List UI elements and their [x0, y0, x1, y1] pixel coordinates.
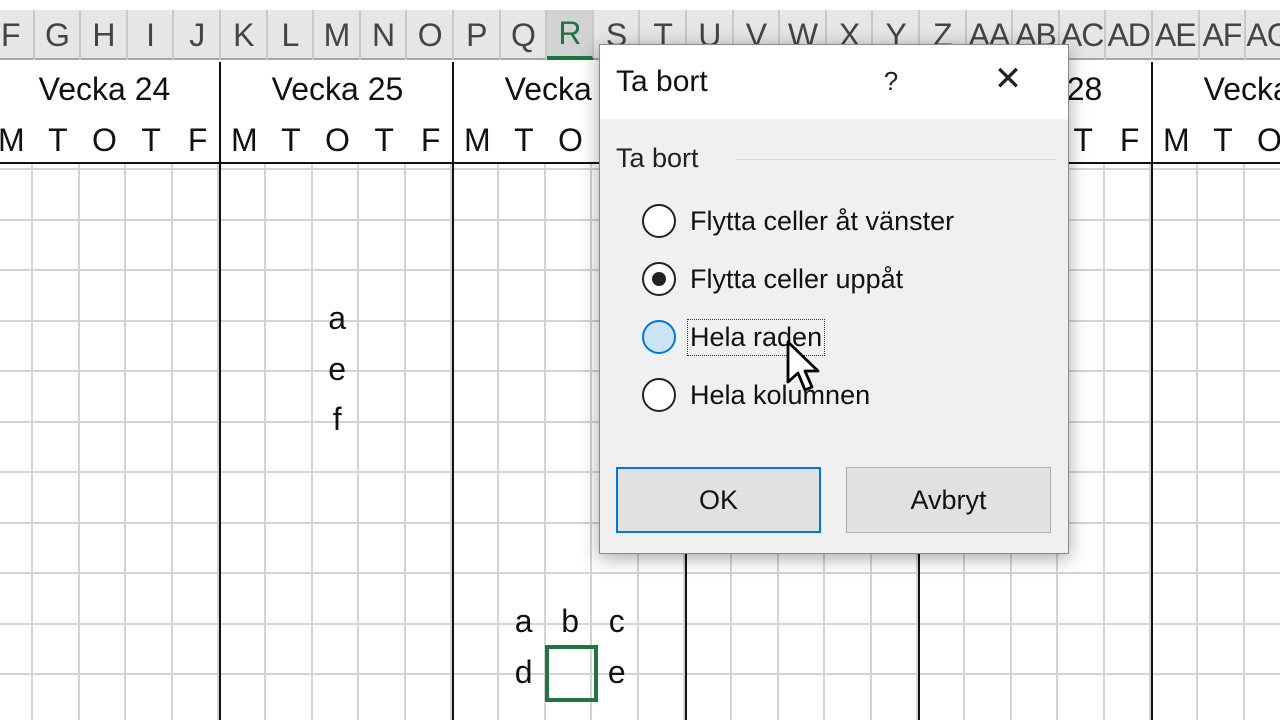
- help-button[interactable]: ?: [876, 63, 906, 99]
- day-header: M: [0, 121, 25, 158]
- cell-m5[interactable]: e: [314, 344, 360, 394]
- active-cell[interactable]: [545, 645, 598, 702]
- radio-label: Hela kolumnen: [690, 379, 871, 410]
- day-header: F: [420, 121, 441, 158]
- grid-vline: [124, 164, 127, 720]
- column-header-q[interactable]: Q: [501, 10, 548, 60]
- day-header: O: [558, 121, 583, 158]
- radio-label: Flytta celler åt vänster: [690, 205, 955, 236]
- day-header: M: [230, 121, 258, 158]
- week-header: Vecka 29: [1203, 70, 1280, 107]
- cell-m6[interactable]: f: [314, 395, 360, 445]
- grid-vline: [497, 164, 499, 720]
- column-header-ad[interactable]: AD: [1106, 10, 1153, 60]
- week-divider: [1151, 164, 1153, 720]
- day-header: T: [1213, 121, 1233, 158]
- day-header: T: [48, 121, 68, 158]
- radio-option[interactable]: Hela kolumnen: [642, 374, 872, 416]
- grid-vline: [1196, 164, 1198, 720]
- column-header-m[interactable]: M: [314, 10, 361, 60]
- day-header: T: [514, 121, 534, 158]
- delete-dialog: Ta bort ? ✕ Ta bort Flytta celler åt vän…: [599, 44, 1069, 554]
- grid-hline: [0, 673, 1280, 675]
- cell-q11[interactable]: d: [501, 647, 547, 697]
- week-divider: [452, 62, 454, 164]
- column-header-l[interactable]: L: [268, 10, 315, 60]
- group-divider: [736, 159, 1056, 160]
- grid-vline: [310, 164, 313, 720]
- column-header-n[interactable]: N: [361, 10, 408, 60]
- column-header-h[interactable]: H: [81, 10, 128, 60]
- column-header-ag[interactable]: AG: [1246, 10, 1280, 60]
- grid-hline: [0, 622, 1280, 625]
- grid-vline: [264, 164, 266, 720]
- radio-button-icon[interactable]: [642, 320, 676, 354]
- day-header: T: [374, 121, 394, 158]
- dialog-titlebar: Ta bort ? ✕: [600, 45, 1068, 119]
- grid-vline: [31, 164, 33, 720]
- grid-hline: [0, 572, 1280, 574]
- close-button[interactable]: ✕: [990, 59, 1026, 99]
- day-header: T: [281, 121, 301, 158]
- group-label: Ta bort: [616, 143, 705, 174]
- radio-option[interactable]: Flytta celler åt vänster: [642, 200, 956, 242]
- column-header-p[interactable]: P: [454, 10, 501, 60]
- cell-m4[interactable]: a: [314, 294, 360, 344]
- week-divider: [452, 164, 454, 720]
- day-header: O: [1257, 121, 1280, 158]
- column-header-k[interactable]: K: [221, 10, 268, 60]
- mouse-pointer-icon: [786, 340, 820, 392]
- radio-label: Flytta celler uppåt: [690, 263, 904, 294]
- week-header: Vecka 25: [271, 70, 404, 107]
- radio-button-icon[interactable]: [642, 204, 676, 238]
- week-divider: [219, 62, 221, 164]
- day-header: O: [92, 121, 117, 158]
- column-header-f[interactable]: F: [0, 10, 35, 60]
- column-header-af[interactable]: AF: [1200, 10, 1247, 60]
- grid-vline: [1102, 164, 1105, 720]
- week-divider: [1151, 62, 1153, 164]
- grid-vline: [403, 164, 406, 720]
- cancel-button[interactable]: Avbryt: [846, 467, 1051, 533]
- column-header-j[interactable]: J: [174, 10, 221, 60]
- radio-button-icon[interactable]: [642, 262, 676, 296]
- cell-r10[interactable]: b: [547, 597, 593, 647]
- grid-vline: [77, 164, 80, 720]
- column-header-r[interactable]: R: [547, 10, 594, 60]
- column-header-g[interactable]: G: [35, 10, 82, 60]
- day-header: T: [141, 121, 161, 158]
- column-header-o[interactable]: O: [407, 10, 454, 60]
- week-header: Vecka 24: [38, 70, 171, 107]
- day-header: F: [1119, 121, 1140, 158]
- delete-options-group: Ta bort Flytta celler åt vänster Flytta c…: [616, 143, 1056, 443]
- radio-button-icon[interactable]: [642, 378, 676, 412]
- week-divider: [219, 164, 221, 720]
- dialog-title: Ta bort: [616, 65, 708, 98]
- day-header: M: [463, 121, 491, 158]
- radio-option[interactable]: Flytta celler uppåt: [642, 258, 905, 300]
- column-header-i[interactable]: I: [128, 10, 175, 60]
- day-header: O: [325, 121, 350, 158]
- ok-button[interactable]: OK: [616, 467, 821, 533]
- cell-s11[interactable]: e: [594, 647, 640, 697]
- day-header: M: [1162, 121, 1190, 158]
- column-header-ae[interactable]: AE: [1153, 10, 1200, 60]
- cell-s10[interactable]: c: [594, 597, 640, 647]
- cell-q10[interactable]: a: [501, 597, 547, 647]
- grid-vline: [170, 164, 173, 720]
- day-header: F: [187, 121, 208, 158]
- grid-vline: [1242, 164, 1245, 720]
